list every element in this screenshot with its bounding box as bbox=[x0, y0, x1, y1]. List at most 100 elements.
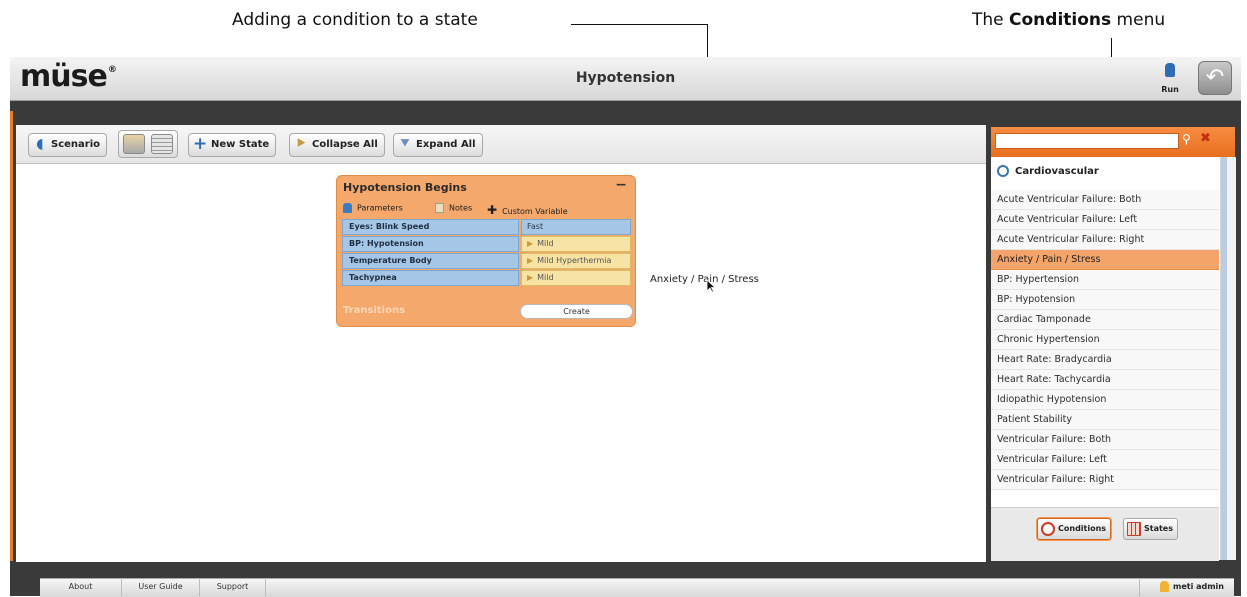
scenario-label: Scenario bbox=[51, 139, 101, 150]
category-header[interactable]: Cardiovascular bbox=[997, 165, 1099, 177]
condition-item[interactable]: Acute Ventricular Failure: Right bbox=[991, 230, 1219, 250]
state-nav-parameters[interactable]: Parameters bbox=[343, 203, 403, 213]
panel-tabs: Conditions States bbox=[991, 507, 1219, 561]
scrollbar-track bbox=[1221, 157, 1227, 560]
param-value-text: Mild bbox=[537, 239, 554, 248]
condition-item[interactable]: Chronic Hypertension bbox=[991, 330, 1219, 350]
conditions-icon bbox=[1041, 521, 1055, 536]
category-label: Cardiovascular bbox=[1015, 166, 1099, 177]
value-arrow-icon: ▶ bbox=[527, 273, 534, 282]
annotation-right-bold: Conditions bbox=[1009, 10, 1112, 30]
condition-item[interactable]: Idiopathic Hypotension bbox=[991, 390, 1219, 410]
footer-about-link[interactable]: About bbox=[40, 578, 122, 596]
param-value-text: Mild bbox=[537, 273, 554, 282]
app-window: müse® Hypotension Run ↶ ◖ Scenario + New S… bbox=[10, 57, 1241, 596]
value-arrow-icon: ▶ bbox=[527, 239, 534, 248]
callout-line-left-h bbox=[571, 24, 707, 25]
parameters-icon bbox=[343, 203, 352, 213]
transitions-label: Transitions bbox=[343, 305, 406, 316]
condition-item[interactable]: Heart Rate: Bradycardia bbox=[991, 350, 1219, 370]
expand-icon: ⯆ bbox=[399, 136, 411, 152]
expand-all-label: Expand All bbox=[416, 139, 476, 150]
state-card[interactable]: Hypotension Begins − Parameters Notes ✚ C… bbox=[336, 175, 636, 327]
conditions-search-bar: ⚲ ✖ bbox=[991, 127, 1235, 157]
annotation-right-prefix: The bbox=[972, 10, 1010, 30]
condition-item[interactable]: Acute Ventricular Failure: Both bbox=[991, 190, 1219, 210]
condition-item[interactable]: BP: Hypotension bbox=[991, 290, 1219, 310]
states-grid-icon bbox=[1127, 521, 1141, 536]
condition-item[interactable]: Cardiac Tamponade bbox=[991, 310, 1219, 330]
footer-user-guide-link[interactable]: User Guide bbox=[122, 578, 200, 596]
new-state-label: New State bbox=[211, 139, 270, 150]
conditions-panel: ⚲ ✖ Cardiovascular Acute Ventricular Fai… bbox=[991, 127, 1236, 561]
condition-item[interactable]: Ventricular Failure: Both bbox=[991, 430, 1219, 450]
workspace-edge bbox=[10, 111, 13, 561]
param-value-text: Mild Hyperthermia bbox=[537, 256, 612, 265]
toolbar: ◖ Scenario + New State ⯈ Collapse All ⯆ Expa… bbox=[16, 125, 986, 164]
state-nav-custom-variable[interactable]: ✚ Custom Variable bbox=[487, 203, 568, 217]
conditions-tab-label: Conditions bbox=[1058, 524, 1107, 533]
annotation-left: Adding a condition to a state bbox=[232, 10, 478, 30]
custom-variable-label: Custom Variable bbox=[502, 207, 568, 216]
param-value[interactable]: ▶ Mild bbox=[521, 270, 631, 286]
value-arrow-icon: ▶ bbox=[527, 256, 534, 265]
param-row[interactable]: Tachypnea ▶ Mild bbox=[342, 270, 631, 286]
page-title: Hypotension bbox=[575, 70, 676, 86]
conditions-tab[interactable]: Conditions bbox=[1037, 518, 1112, 540]
param-row[interactable]: Temperature Body ▶ Mild Hyperthermia bbox=[342, 253, 631, 269]
condition-item[interactable]: Patient Stability bbox=[991, 410, 1219, 430]
condition-item[interactable]: Anxiety / Pain / Stress bbox=[991, 250, 1219, 270]
annotation-right-suffix: menu bbox=[1111, 10, 1166, 30]
param-value[interactable]: ▶ Mild bbox=[521, 236, 631, 252]
run-label: Run bbox=[1161, 85, 1179, 94]
condition-item[interactable]: Ventricular Failure: Right bbox=[991, 470, 1219, 490]
custom-variable-plus-icon: ✚ bbox=[487, 203, 498, 217]
param-row[interactable]: Eyes: Blink Speed Fast bbox=[342, 219, 631, 235]
condition-item[interactable]: Acute Ventricular Failure: Left bbox=[991, 210, 1219, 230]
footer: About User Guide Support meti admin bbox=[40, 578, 1234, 597]
view-toggle bbox=[118, 130, 178, 158]
run-button[interactable]: Run bbox=[1153, 62, 1187, 96]
param-row[interactable]: BP: Hypotension ▶ Mild bbox=[342, 236, 631, 252]
param-name: Temperature Body bbox=[342, 253, 519, 269]
condition-item[interactable]: Ventricular Failure: Left bbox=[991, 450, 1219, 470]
run-figure-icon bbox=[1165, 63, 1175, 77]
clear-icon[interactable]: ✖ bbox=[1200, 131, 1211, 146]
param-name: Tachypnea bbox=[342, 270, 519, 286]
footer-support-link[interactable]: Support bbox=[200, 578, 266, 596]
back-arrow-icon[interactable]: ↶ bbox=[1198, 61, 1232, 95]
list-view-icon[interactable] bbox=[151, 134, 173, 154]
footer-user[interactable]: meti admin bbox=[1139, 578, 1234, 596]
header-strip bbox=[10, 101, 1241, 125]
collapse-all-label: Collapse All bbox=[312, 139, 378, 150]
state-nav-notes[interactable]: Notes bbox=[435, 203, 472, 213]
scenario-button[interactable]: ◖ Scenario bbox=[28, 133, 108, 157]
condition-item[interactable]: Heart Rate: Tachycardia bbox=[991, 370, 1219, 390]
editor-workspace[interactable]: ◖ Scenario + New State ⯈ Collapse All ⯆ Expa… bbox=[16, 125, 986, 562]
param-value[interactable]: ▶ Mild Hyperthermia bbox=[521, 253, 631, 269]
param-name: Eyes: Blink Speed bbox=[342, 219, 519, 235]
parameters-label: Parameters bbox=[357, 203, 403, 213]
conditions-scrollbar[interactable] bbox=[1220, 157, 1236, 560]
states-tab-label: States bbox=[1144, 524, 1173, 533]
param-name: BP: Hypotension bbox=[342, 236, 519, 252]
user-icon bbox=[1159, 581, 1169, 592]
category-toggle-icon bbox=[997, 165, 1009, 177]
graph-view-icon[interactable] bbox=[123, 134, 145, 154]
dragged-condition-label[interactable]: Anxiety / Pain / Stress bbox=[650, 274, 759, 285]
states-tab[interactable]: States bbox=[1123, 518, 1178, 540]
condition-item[interactable]: BP: Hypertension bbox=[991, 270, 1219, 290]
collapse-all-button[interactable]: ⯈ Collapse All bbox=[289, 133, 385, 157]
param-value[interactable]: Fast bbox=[521, 219, 631, 235]
collapse-state-icon[interactable]: − bbox=[615, 177, 627, 193]
annotation-right: The Conditions menu bbox=[972, 10, 1165, 30]
search-icon[interactable]: ⚲ bbox=[1182, 132, 1191, 146]
create-transition-button[interactable]: Create bbox=[520, 304, 633, 319]
expand-all-button[interactable]: ⯆ Expand All bbox=[393, 133, 483, 157]
new-state-button[interactable]: + New State bbox=[188, 133, 277, 157]
notes-label: Notes bbox=[449, 203, 473, 213]
conditions-search-input[interactable] bbox=[995, 133, 1179, 149]
collapse-icon: ⯈ bbox=[295, 136, 307, 152]
top-bar: müse® Hypotension Run ↶ bbox=[10, 57, 1241, 101]
scenario-icon: ◖ bbox=[36, 136, 44, 152]
